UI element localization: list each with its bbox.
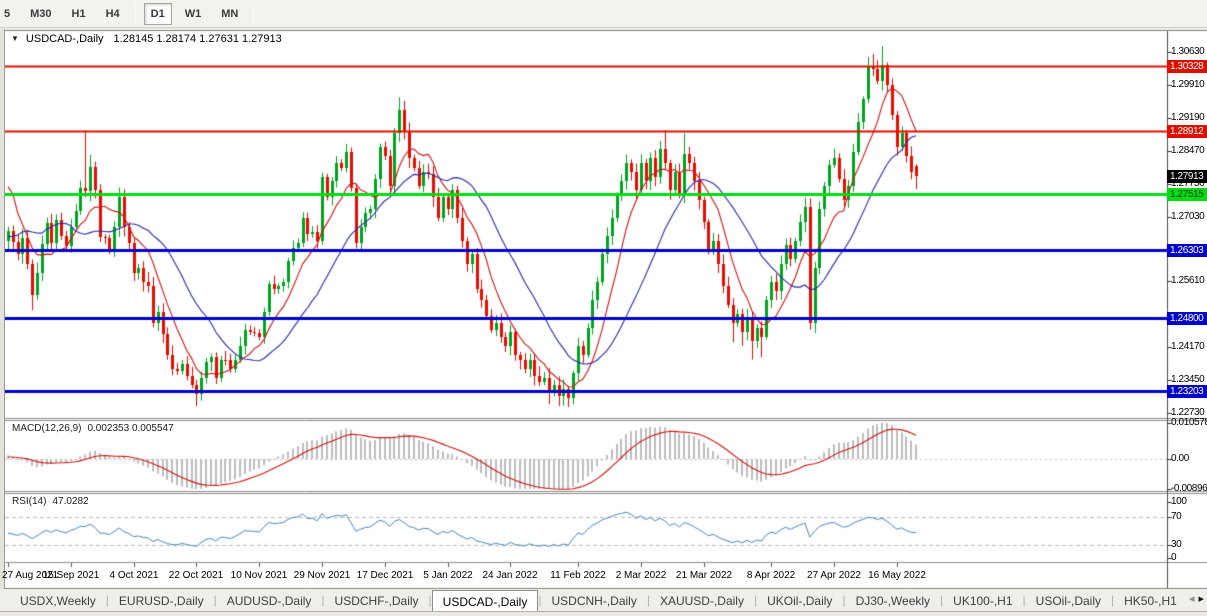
macd-axis-tick: 0.00 bbox=[1171, 453, 1189, 464]
date-axis-label: 4 Oct 2021 bbox=[109, 570, 159, 581]
symbol-tab-usdcad-daily[interactable]: USDCAD-,Daily bbox=[431, 590, 539, 611]
symbol-tab-usdchf-daily[interactable]: USDCHF-,Daily bbox=[325, 590, 429, 611]
timeframe-button-h1[interactable]: H1 bbox=[65, 3, 93, 25]
rsi-name: RSI(14) bbox=[12, 496, 47, 507]
price-axis-tick: 1.25610 bbox=[1171, 275, 1205, 286]
price-level-badge: 1.30328 bbox=[1167, 60, 1207, 73]
price-level-badge: 1.27515 bbox=[1167, 188, 1207, 201]
date-axis-label: 21 Mar 2022 bbox=[675, 570, 733, 581]
date-axis-label: 8 Apr 2022 bbox=[746, 570, 796, 581]
rsi-axis-tick: 70 bbox=[1171, 511, 1182, 522]
rsi-indicator-label: RSI(14) 47.0282 bbox=[12, 496, 89, 507]
price-axis-tick: 1.29190 bbox=[1171, 112, 1205, 123]
tab-scroll-left-icon[interactable]: ◂ bbox=[1189, 593, 1195, 605]
date-axis-label: 10 Nov 2021 bbox=[230, 570, 288, 581]
toolbar-separator bbox=[253, 2, 255, 25]
chart-title-ohlc-values: 1.28145 1.28174 1.27631 1.27913 bbox=[113, 33, 282, 45]
macd-indicator-label: MACD(12,26,9) 0.002353 0.005547 bbox=[12, 423, 174, 434]
timeframe-button-5[interactable]: 5 bbox=[0, 3, 17, 25]
rsi-value: 47.0282 bbox=[52, 496, 89, 507]
chart-title: ▼ USDCAD-,Daily 1.28145 1.28174 1.27631 1.… bbox=[11, 33, 282, 45]
date-axis-label: 5 Jan 2022 bbox=[423, 570, 473, 581]
symbol-tab-ukoil-daily[interactable]: UKOil-,Daily bbox=[757, 590, 842, 611]
date-axis-label: 29 Nov 2021 bbox=[293, 570, 351, 581]
symbol-tab-hk50-h1[interactable]: HK50-,H1 bbox=[1114, 590, 1187, 611]
symbol-tab-eurusd-daily[interactable]: EURUSD-,Daily bbox=[109, 590, 214, 611]
date-axis-label: 22 Oct 2021 bbox=[168, 570, 224, 581]
price-level-badge: 1.28912 bbox=[1167, 125, 1207, 138]
rsi-axis-tick: 0 bbox=[1171, 552, 1177, 563]
symbol-tab-dj30-weekly[interactable]: DJ30-,Weekly bbox=[846, 590, 940, 611]
date-axis-label: 27 Apr 2022 bbox=[807, 570, 861, 581]
symbol-tab-uk100-h1[interactable]: UK100-,H1 bbox=[943, 590, 1022, 611]
price-level-badge: 1.26303 bbox=[1167, 244, 1207, 257]
macd-axis-tick: 0.010578 bbox=[1171, 417, 1207, 428]
symbol-tab-xauusd-daily[interactable]: XAUUSD-,Daily bbox=[650, 590, 754, 611]
timeframe-button-m30[interactable]: M30 bbox=[23, 3, 58, 25]
price-axis-tick: 1.30630 bbox=[1171, 46, 1205, 57]
rsi-axis-tick: 30 bbox=[1171, 539, 1182, 550]
chevron-down-icon[interactable]: ▼ bbox=[11, 34, 19, 43]
rsi-axis-tick: 100 bbox=[1171, 496, 1187, 507]
trading-platform-window: 5 M30 H1 H4 D1 W1 MN ▼ USDCAD-,Daily 1.28145 1.2… bbox=[0, 0, 1207, 616]
price-axis-tick: 1.28470 bbox=[1171, 145, 1205, 156]
date-axis-label: 15 Sep 2021 bbox=[42, 570, 100, 581]
date-axis-label: 2 Mar 2022 bbox=[615, 570, 667, 581]
timeframe-toolbar: 5 M30 H1 H4 D1 W1 MN bbox=[0, 0, 1207, 28]
timeframe-button-h4[interactable]: H4 bbox=[99, 3, 127, 25]
price-axis-tick: 1.29910 bbox=[1171, 79, 1205, 90]
macd-axis-tick: -0.00896 bbox=[1171, 483, 1207, 494]
chart-canvas[interactable] bbox=[5, 30, 1207, 589]
date-axis-label: 11 Feb 2022 bbox=[550, 570, 606, 581]
date-axis-label: 17 Dec 2021 bbox=[356, 570, 414, 581]
price-axis-tick: 1.23450 bbox=[1171, 374, 1205, 385]
symbol-tab-usdx-weekly[interactable]: USDX,Weekly bbox=[10, 590, 106, 611]
price-level-badge: 1.24800 bbox=[1167, 312, 1207, 325]
macd-name: MACD(12,26,9) bbox=[12, 423, 82, 434]
price-axis-tick: 1.27030 bbox=[1171, 211, 1205, 222]
price-level-badge: 1.23203 bbox=[1167, 385, 1207, 398]
tab-scroll-arrows: ◂ ▸ bbox=[1185, 592, 1204, 605]
timeframe-button-d1[interactable]: D1 bbox=[143, 2, 172, 25]
symbol-tab-audusd-daily[interactable]: AUDUSD-,Daily bbox=[217, 590, 322, 611]
price-axis-tick: 1.24170 bbox=[1171, 341, 1205, 352]
symbol-tab-bar: USDX,Weekly | EURUSD-,Daily | AUDUSD-,Daily |… bbox=[0, 590, 1207, 612]
tab-scroll-right-icon[interactable]: ▸ bbox=[1198, 593, 1204, 605]
date-axis-label: 24 Jan 2022 bbox=[482, 570, 538, 581]
timeframe-button-w1[interactable]: W1 bbox=[178, 3, 209, 25]
toolbar-separator bbox=[134, 2, 136, 25]
price-level-badge: 1.27913 bbox=[1167, 170, 1207, 183]
symbol-tab-usdcnh-daily[interactable]: USDCNH-,Daily bbox=[541, 590, 646, 611]
timeframe-button-mn[interactable]: MN bbox=[214, 3, 245, 25]
macd-values: 0.002353 0.005547 bbox=[87, 423, 174, 434]
symbol-tab-usoil-daily[interactable]: USOil-,Daily bbox=[1026, 590, 1111, 611]
date-axis-label: 16 May 2022 bbox=[868, 570, 926, 581]
chart-title-symbol: USDCAD-,Daily bbox=[25, 33, 104, 45]
